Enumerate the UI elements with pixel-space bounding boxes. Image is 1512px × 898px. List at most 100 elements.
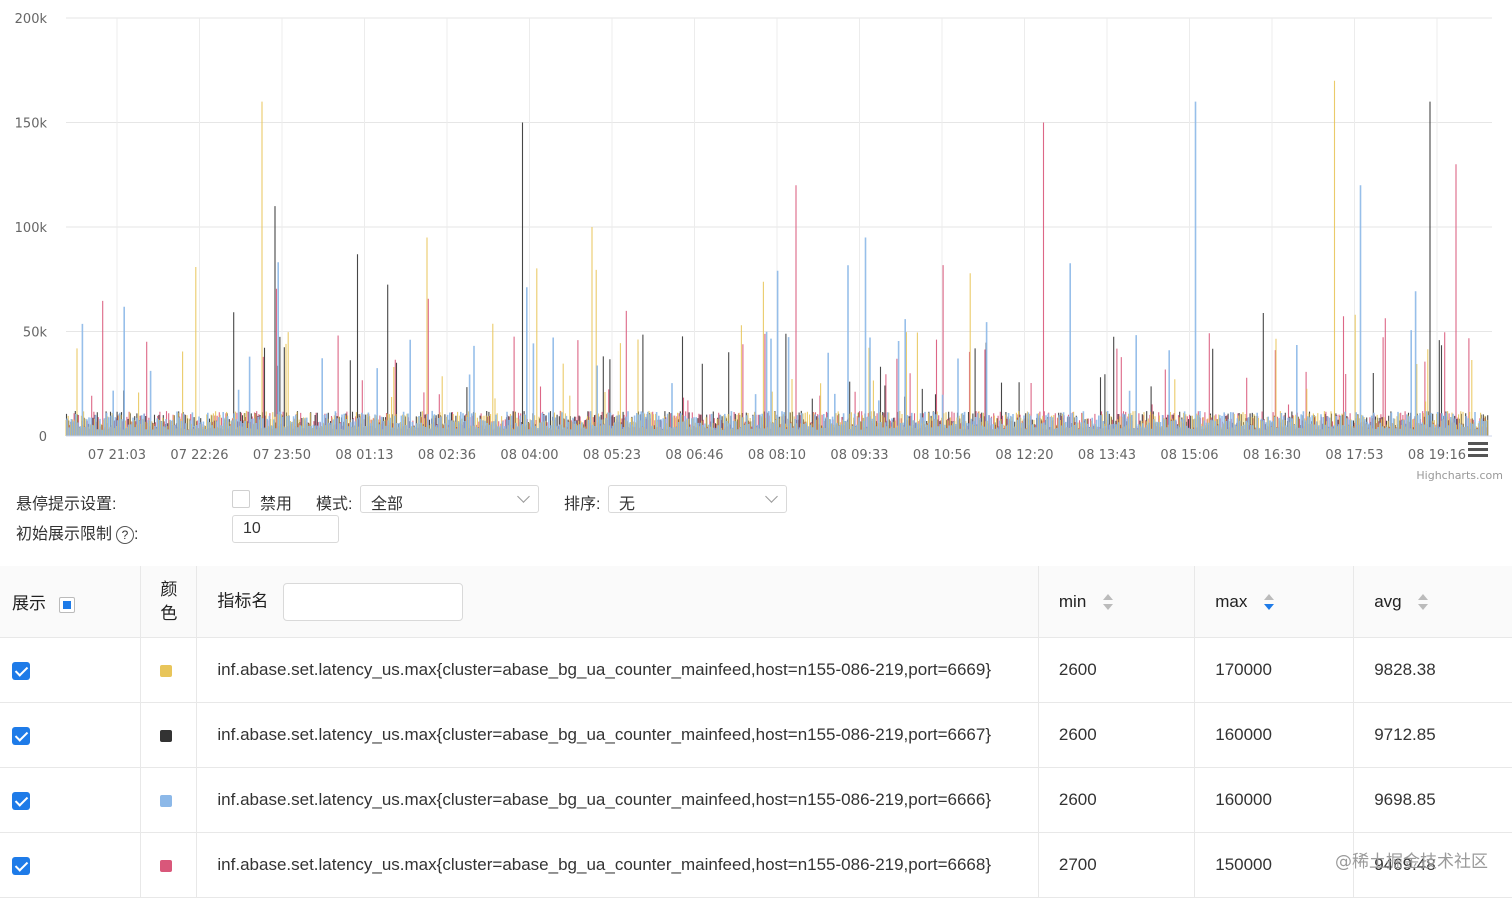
- limit-label-text: 初始展示限制: [16, 526, 113, 543]
- color-cell: [140, 702, 198, 768]
- table-header-row: 展示 颜 色 指标名 min max avg: [0, 566, 1512, 638]
- sort-select-value: 无: [619, 496, 636, 513]
- x-tick-label: 07 22:26: [170, 448, 228, 463]
- avg-column-header[interactable]: avg: [1353, 566, 1512, 638]
- color-cell: [140, 767, 198, 833]
- min-cell: 2600: [1038, 637, 1196, 703]
- x-tick-label: 08 08:10: [748, 448, 806, 463]
- max-cell: 160000: [1194, 767, 1355, 833]
- show-cell[interactable]: [0, 637, 142, 703]
- x-tick-label: 08 04:00: [500, 448, 558, 463]
- hover-settings-panel: 悬停提示设置: 禁用 模式: 全部 排序: 无 初始展示限制?: 10: [0, 482, 1512, 544]
- metric-name-cell: inf.abase.set.latency_us.max{cluster=aba…: [196, 702, 1039, 768]
- avg-header-label: avg: [1374, 591, 1402, 611]
- mode-select-value: 全部: [371, 496, 404, 513]
- max-cell: 160000: [1194, 702, 1355, 768]
- x-tick-label: 08 15:06: [1160, 448, 1218, 463]
- chevron-down-icon: [765, 490, 778, 503]
- show-header-label: 展示: [12, 594, 46, 613]
- table-row: inf.abase.set.latency_us.max{cluster=aba…: [0, 637, 1512, 703]
- metric-name-cell: inf.abase.set.latency_us.max{cluster=aba…: [196, 767, 1039, 833]
- hover-settings-label: 悬停提示设置:: [16, 496, 117, 513]
- color-swatch: [160, 859, 173, 872]
- disable-label: 禁用: [260, 496, 293, 513]
- name-header-label: 指标名: [217, 590, 269, 610]
- metric-name-cell: inf.abase.set.latency_us.max{cluster=aba…: [196, 637, 1039, 703]
- max-cell: 150000: [1194, 832, 1355, 898]
- x-tick-label: 07 23:50: [253, 448, 311, 463]
- chart-svg: 200k 150k 100k 50k 0 07 21:03 07 22:26 07 23:50…: [15, 12, 1503, 482]
- mode-select[interactable]: 全部: [360, 485, 539, 513]
- show-cell[interactable]: [0, 832, 142, 898]
- x-tick-label: 08 06:46: [665, 448, 723, 463]
- x-tick-label: 08 02:36: [418, 448, 476, 463]
- max-column-header[interactable]: max: [1194, 566, 1355, 638]
- x-tick-label: 08 16:30: [1243, 448, 1301, 463]
- row-checkbox[interactable]: [12, 856, 30, 875]
- color-swatch: [160, 729, 173, 742]
- limit-input[interactable]: 10: [232, 515, 339, 543]
- menu-icon: [1468, 448, 1488, 451]
- sort-desc-icon[interactable]: [1264, 594, 1275, 611]
- latency-chart: 200k 150k 100k 50k 0 07 21:03 07 22:26 07 23:50…: [0, 0, 1512, 490]
- color-column-header: 颜 色: [140, 566, 198, 638]
- x-tick-label: 08 01:13: [335, 448, 393, 463]
- metric-name-cell: inf.abase.set.latency_us.max{cluster=aba…: [196, 832, 1039, 898]
- y-tick-label: 150k: [15, 117, 48, 132]
- min-cell: 2600: [1038, 702, 1196, 768]
- watermark: @稀土掘金技术社区: [1335, 852, 1488, 872]
- x-tick-label: 08 19:16: [1408, 448, 1466, 463]
- show-cell[interactable]: [0, 767, 142, 833]
- chevron-down-icon: [517, 490, 530, 503]
- x-tick-label: 08 17:53: [1325, 448, 1383, 463]
- name-column-header: 指标名: [196, 566, 1039, 638]
- y-tick-label: 50k: [23, 326, 48, 341]
- min-header-label: min: [1058, 591, 1087, 611]
- sort-select[interactable]: 无: [608, 485, 787, 513]
- row-checkbox[interactable]: [12, 791, 30, 810]
- min-cell: 2700: [1038, 832, 1196, 898]
- y-tick-label: 100k: [15, 221, 48, 236]
- color-cell: [140, 832, 198, 898]
- min-cell: 2600: [1038, 767, 1196, 833]
- avg-cell: 9828.38: [1353, 637, 1512, 703]
- max-cell: 170000: [1194, 637, 1355, 703]
- row-checkbox[interactable]: [12, 726, 30, 745]
- avg-cell: 9698.85: [1353, 767, 1512, 833]
- color-swatch: [160, 794, 173, 807]
- help-icon[interactable]: ?: [116, 525, 135, 544]
- sort-icon[interactable]: [1418, 594, 1429, 611]
- table-row: inf.abase.set.latency_us.max{cluster=aba…: [0, 832, 1512, 898]
- select-all-checkbox[interactable]: [58, 596, 75, 613]
- x-tick-label: 07 21:03: [88, 448, 146, 463]
- sort-icon[interactable]: [1103, 594, 1114, 611]
- y-tick-label: 200k: [15, 12, 48, 27]
- table-body: inf.abase.set.latency_us.max{cluster=aba…: [0, 637, 1512, 898]
- x-tick-label: 08 12:20: [995, 448, 1053, 463]
- show-cell[interactable]: [0, 702, 142, 768]
- y-tick-label: 0: [39, 430, 47, 445]
- row-checkbox[interactable]: [12, 661, 30, 680]
- table-row: inf.abase.set.latency_us.max{cluster=aba…: [0, 767, 1512, 833]
- color-swatch: [160, 664, 173, 677]
- table-row: inf.abase.set.latency_us.max{cluster=aba…: [0, 702, 1512, 768]
- show-column-header[interactable]: 展示: [0, 566, 142, 638]
- max-header-label: max: [1215, 591, 1248, 611]
- limit-label-colon: :: [134, 526, 139, 543]
- chart-credit: Highcharts.com: [1416, 469, 1503, 482]
- color-cell: [140, 637, 198, 703]
- x-tick-label: 08 09:33: [830, 448, 888, 463]
- disable-checkbox[interactable]: [232, 490, 250, 508]
- min-column-header[interactable]: min: [1038, 566, 1196, 638]
- sort-label: 排序:: [564, 496, 601, 513]
- avg-cell: 9712.85: [1353, 702, 1512, 768]
- x-tick-label: 08 05:23: [583, 448, 641, 463]
- mode-label: 模式:: [316, 496, 353, 513]
- limit-label: 初始展示限制?:: [16, 520, 138, 544]
- x-tick-label: 08 13:43: [1078, 448, 1136, 463]
- menu-icon: [1468, 442, 1488, 445]
- name-filter-input[interactable]: [283, 582, 464, 621]
- menu-icon: [1468, 454, 1488, 457]
- x-tick-label: 08 10:56: [913, 448, 971, 463]
- metrics-table: 展示 颜 色 指标名 min max avg inf.abase.set.lat…: [0, 566, 1512, 898]
